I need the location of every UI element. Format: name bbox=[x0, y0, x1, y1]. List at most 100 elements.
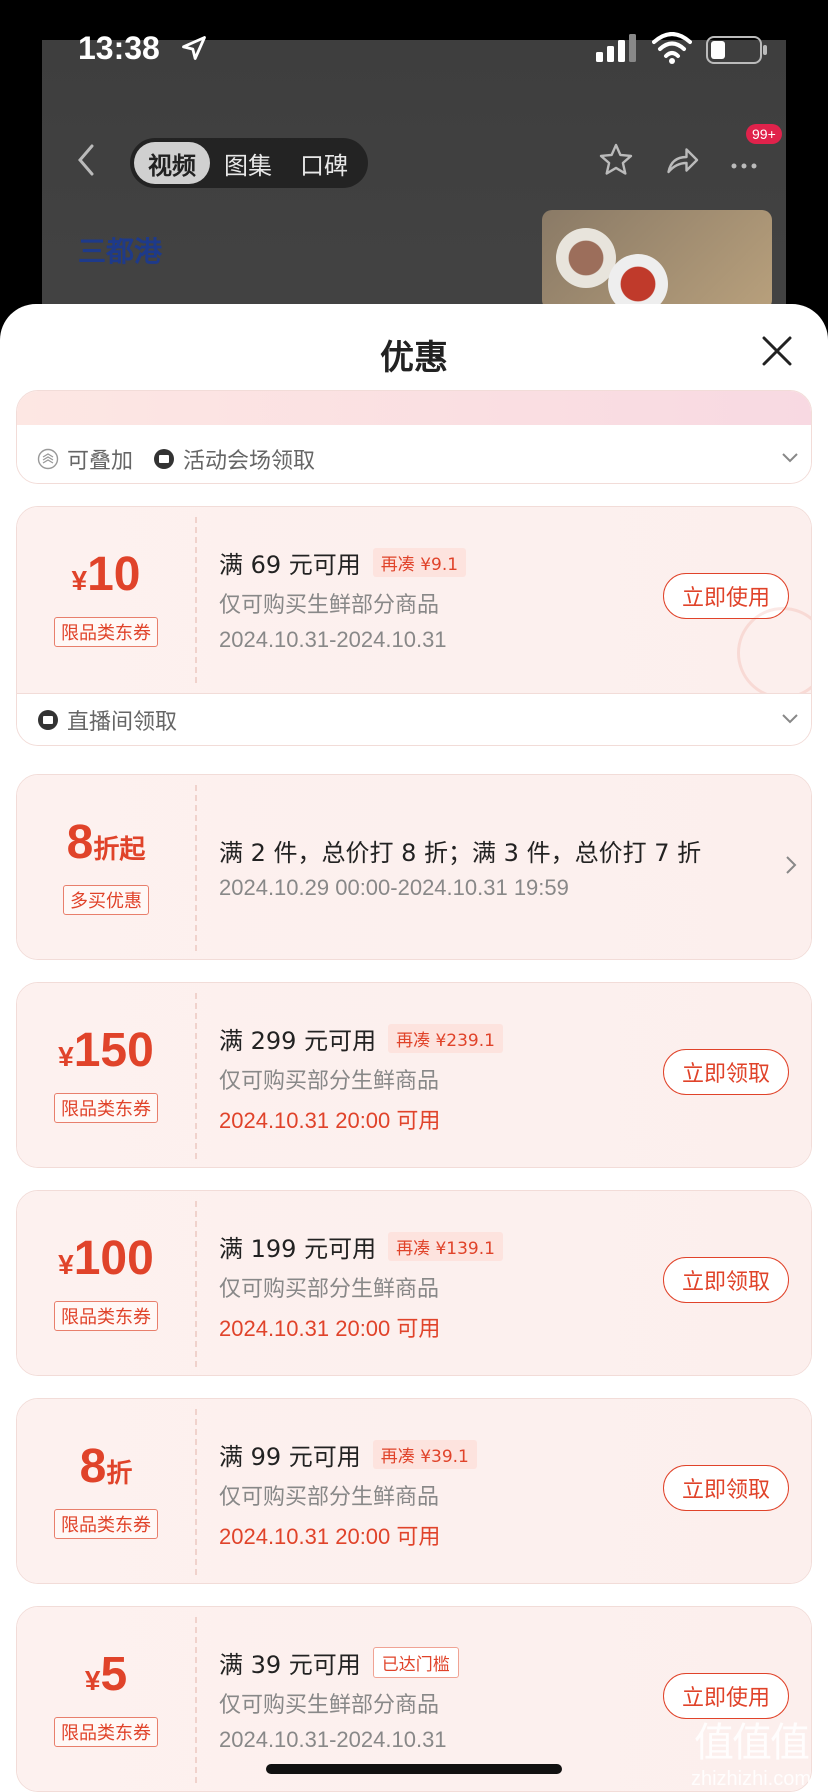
coupon-body: ¥100 限品类东券 满 199 元可用 再凑 ¥139.1 仅可购买部分生鲜商品… bbox=[17, 1191, 811, 1375]
condition-text: 满 199 元可用 bbox=[219, 1235, 377, 1263]
coupon-amount: ¥10 bbox=[17, 547, 195, 602]
coupon-date: 2024.10.31 20:00 可用 bbox=[219, 1524, 441, 1549]
coupon-card: ¥10 限品类东券 满 69 元可用 再凑 ¥9.1 仅可购买生鲜部分商品 202… bbox=[16, 506, 812, 746]
ticket-icon bbox=[38, 709, 58, 730]
coupon-scope: 仅可购买生鲜部分商品 bbox=[219, 593, 440, 618]
coupon-amount: ¥100 bbox=[17, 1231, 195, 1286]
coupon-body: ¥10 限品类东券 满 69 元可用 再凑 ¥9.1 仅可购买生鲜部分商品 202… bbox=[17, 507, 811, 699]
source-label: 直播间领取 bbox=[37, 704, 177, 736]
coupon-type-tag: 限品类东券 bbox=[54, 1717, 158, 1747]
source-text: 直播间领取 bbox=[67, 709, 178, 735]
amount-suffix: 折 bbox=[106, 1459, 133, 1489]
product-thumbnail[interactable] bbox=[542, 210, 772, 310]
close-icon[interactable] bbox=[760, 334, 794, 368]
claim-now-button[interactable]: 立即领取 bbox=[663, 1465, 789, 1511]
coupon-scope: 仅可购买生鲜部分商品 bbox=[219, 1693, 440, 1718]
back-arrow-icon[interactable] bbox=[72, 142, 102, 178]
gap-pill: 再凑 ¥9.1 bbox=[372, 548, 467, 577]
coupon-type-tag: 限品类东券 bbox=[54, 617, 158, 647]
claim-now-button[interactable]: 立即领取 bbox=[663, 1049, 789, 1095]
coupon-date: 2024.10.31-2024.10.31 bbox=[219, 1727, 447, 1752]
source-text: 活动会场领取 bbox=[183, 449, 316, 474]
coupon-value-column: ¥5 限品类东券 bbox=[17, 1607, 195, 1791]
bowl-image bbox=[556, 228, 616, 288]
watermark-logo: 值值值 bbox=[694, 1721, 810, 1765]
coupon-footer[interactable]: 可叠加 活动会场领取 bbox=[17, 433, 811, 483]
tab-gallery[interactable]: 图集 bbox=[210, 142, 286, 184]
dashed-divider bbox=[195, 1409, 197, 1575]
coupon-type-tag: 限品类东券 bbox=[54, 1093, 158, 1123]
coupon-sheet: 优惠 可叠加 活动会场领取 ¥10 限品类东券 满 69 元可用 再凑 ¥9.1… bbox=[0, 304, 828, 1792]
tab-video[interactable]: 视频 bbox=[134, 142, 210, 184]
coupon-date: 2024.10.31 20:00 可用 bbox=[219, 1316, 441, 1341]
coupon-scope: 仅可购买部分生鲜商品 bbox=[219, 1277, 440, 1302]
source-label: 活动会场领取 bbox=[153, 443, 315, 475]
coupon-value-column: ¥100 限品类东券 bbox=[17, 1191, 195, 1375]
gap-pill: 再凑 ¥239.1 bbox=[388, 1024, 503, 1053]
share-icon[interactable] bbox=[664, 142, 700, 178]
amount-value: 150 bbox=[73, 1024, 154, 1077]
chevron-right-icon[interactable] bbox=[783, 853, 799, 877]
coupon-value-column: 8折 限品类东券 bbox=[17, 1399, 195, 1583]
currency-symbol: ¥ bbox=[71, 565, 88, 596]
coupon-body: ¥150 限品类东券 满 299 元可用 再凑 ¥239.1 仅可购买部分生鲜商品… bbox=[17, 983, 811, 1167]
chevron-down-icon[interactable] bbox=[781, 712, 799, 726]
coupon-card: 可叠加 活动会场领取 bbox=[16, 390, 812, 484]
coupon-scope: 仅可购买部分生鲜商品 bbox=[219, 1069, 440, 1094]
ticket-icon bbox=[154, 449, 175, 469]
claim-now-button[interactable]: 立即领取 bbox=[663, 1257, 789, 1303]
coupon-amount: ¥5 bbox=[17, 1647, 195, 1702]
coupon-value-column: 8折起 多买优惠 bbox=[17, 775, 195, 959]
coupon-card: ¥100 限品类东券 满 199 元可用 再凑 ¥139.1 仅可购买部分生鲜商品… bbox=[16, 1190, 812, 1376]
condition-text: 满 39 元可用 bbox=[219, 1651, 361, 1679]
brand-logo: 三都港 bbox=[78, 235, 163, 268]
gap-pill: 再凑 ¥139.1 bbox=[388, 1232, 503, 1261]
coupon-footer[interactable]: 直播间领取 bbox=[17, 693, 811, 745]
gap-pill: 再凑 ¥39.1 bbox=[372, 1440, 477, 1469]
media-tabs: 视频 图集 口碑 bbox=[130, 138, 368, 188]
coupon-condition: 满 69 元可用 再凑 ¥9.1 bbox=[219, 545, 467, 580]
threshold-met-pill: 已达门槛 bbox=[372, 1647, 459, 1678]
dashed-divider bbox=[195, 1617, 197, 1783]
coupon-scope: 仅可购买部分生鲜商品 bbox=[219, 1485, 440, 1510]
claimed-stamp bbox=[737, 607, 811, 699]
coupon-condition: 满 299 元可用 再凑 ¥239.1 bbox=[219, 1021, 503, 1056]
signal-icon bbox=[596, 34, 636, 62]
coupon-amount: 8折起 bbox=[17, 815, 195, 870]
bowl-image bbox=[608, 254, 668, 310]
coupon-amount: ¥150 bbox=[17, 1023, 195, 1078]
coupon-date: 2024.10.31-2024.10.31 bbox=[219, 627, 447, 652]
coupon-list[interactable]: 可叠加 活动会场领取 ¥10 限品类东券 满 69 元可用 再凑 ¥9.1 仅可… bbox=[0, 390, 828, 1792]
favorite-star-icon[interactable] bbox=[598, 142, 634, 178]
dashed-divider bbox=[195, 1201, 197, 1367]
coupon-date: 2024.10.31 20:00 可用 bbox=[219, 1108, 441, 1133]
sheet-title: 优惠 bbox=[380, 338, 448, 378]
coupon-card: ¥150 限品类东券 满 299 元可用 再凑 ¥239.1 仅可购买部分生鲜商品… bbox=[16, 982, 812, 1168]
coupon-body: 8折 限品类东券 满 99 元可用 再凑 ¥39.1 仅可购买部分生鲜商品 202… bbox=[17, 1399, 811, 1583]
coupon-condition: 满 39 元可用 已达门槛 bbox=[219, 1645, 459, 1680]
currency-symbol: ¥ bbox=[58, 1249, 74, 1280]
stack-icon bbox=[37, 448, 59, 470]
home-indicator[interactable] bbox=[266, 1764, 562, 1774]
coupon-type-tag: 限品类东券 bbox=[54, 1301, 158, 1331]
amount-suffix: 折起 bbox=[93, 835, 146, 865]
tab-reviews[interactable]: 口碑 bbox=[286, 142, 362, 184]
coupon-condition: 满 199 元可用 再凑 ¥139.1 bbox=[219, 1229, 503, 1264]
watermark: 值值值 zhizhizhi.com bbox=[676, 1710, 826, 1791]
product-media: 三都港 bbox=[42, 200, 786, 310]
chevron-down-icon[interactable] bbox=[781, 451, 799, 465]
coupon-banner bbox=[17, 391, 811, 425]
coupon-card[interactable]: 8折起 多买优惠 满 2 件，总价打 8 折；满 3 件，总价打 7 折 202… bbox=[16, 774, 812, 960]
more-options-icon[interactable] bbox=[726, 142, 762, 178]
dashed-divider bbox=[195, 993, 197, 1159]
location-arrow-icon bbox=[182, 36, 206, 60]
coupon-condition: 满 99 元可用 再凑 ¥39.1 bbox=[219, 1437, 477, 1472]
coupon-type-tag: 多买优惠 bbox=[63, 885, 149, 915]
amount-value: 100 bbox=[73, 1232, 154, 1285]
coupon-card: 8折 限品类东券 满 99 元可用 再凑 ¥39.1 仅可购买部分生鲜商品 202… bbox=[16, 1398, 812, 1584]
coupon-amount: 8折 bbox=[17, 1439, 195, 1494]
condition-text: 满 69 元可用 bbox=[219, 551, 361, 579]
stackable-text: 可叠加 bbox=[67, 449, 134, 474]
stackable-label: 可叠加 bbox=[37, 443, 133, 475]
coupon-value-column: ¥150 限品类东券 bbox=[17, 983, 195, 1167]
